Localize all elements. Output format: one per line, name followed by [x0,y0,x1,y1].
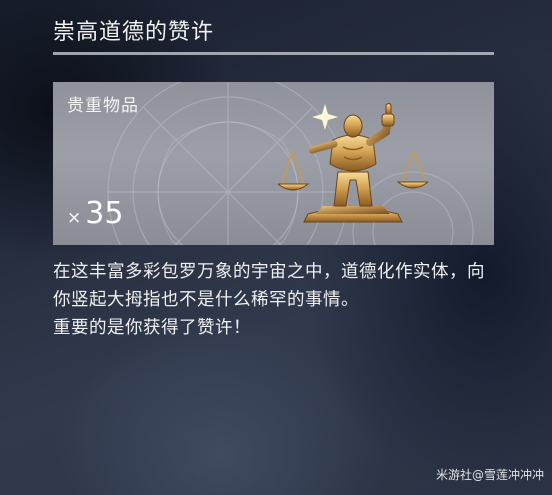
golden-scales-thumbs-up-icon [278,103,428,223]
item-quantity: × 35 [67,196,123,236]
quantity-value: 35 [85,196,124,231]
rarity-label: 贵重物品 [67,96,139,116]
item-title: 崇高道德的赞许 [53,20,215,45]
title-divider [53,52,494,55]
item-detail-panel: 崇高道德的赞许 贵重物品 × 35 在这丰富多彩包罗万象的宇宙之中，道德化作实体… [0,0,552,495]
item-description: 在这丰富多彩包罗万象的宇宙之中，道德化作实体，向你竖起大拇指也不是什么稀罕的事情… [53,258,498,342]
description-emphasis: 重要的是你获得了赞许！ [53,318,251,338]
description-text: 在这丰富多彩包罗万象的宇宙之中，道德化作实体，向你竖起大拇指也不是什么稀罕的事情… [53,262,485,310]
quantity-multiplier: × [67,208,82,228]
source-watermark: 米游社@雪莲冲冲冲 [435,468,544,482]
item-card: 贵重物品 × 35 [53,82,494,245]
